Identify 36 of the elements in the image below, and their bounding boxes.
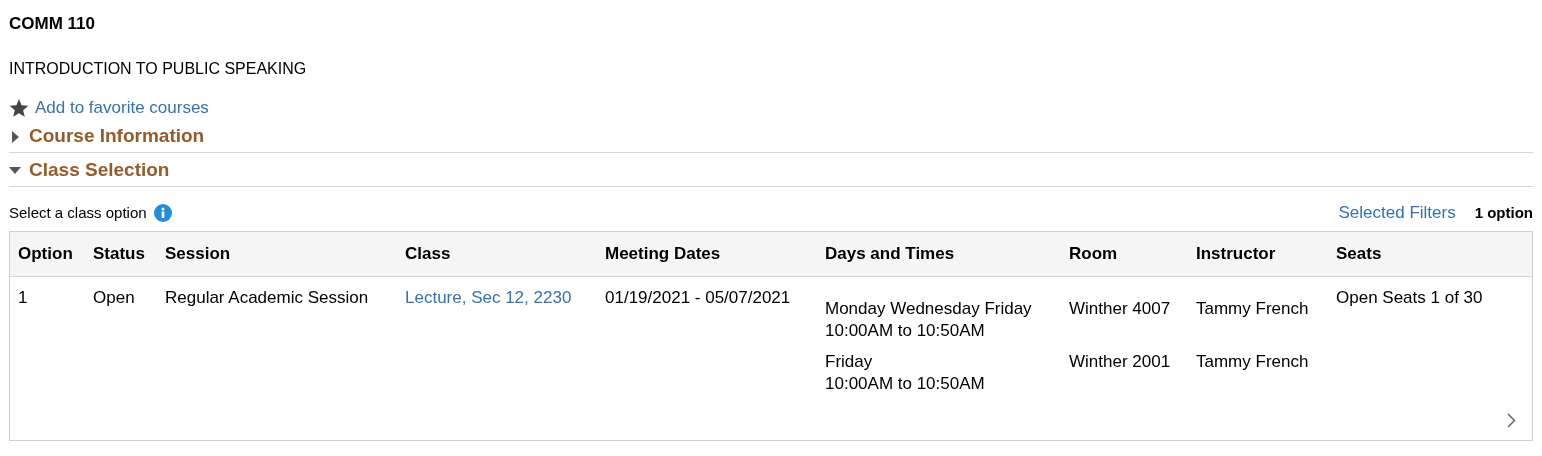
course-title: INTRODUCTION TO PUBLIC SPEAKING [9,59,308,79]
table-cell: Open [85,276,157,404]
meeting-room: Winther 4007 [1069,298,1171,318]
table-cell: 01/19/2021 - 05/07/2021 [597,276,817,404]
selected-filters-link[interactable]: Selected Filters [1338,200,1456,226]
option-count: 1 option [1474,202,1533,223]
select-prompt: Select a class option [9,202,147,223]
chevron-right-icon[interactable] [1507,413,1516,428]
caret-right-icon [12,130,19,143]
column-header: Session [157,232,397,276]
meeting-instructor: Tammy French [1196,298,1309,318]
column-header: Class [397,232,597,276]
class-link[interactable]: Lecture, Sec 12, 2230 [405,287,572,307]
caret-down-icon [9,167,21,174]
star-icon [9,98,29,118]
course-code: COMM 110 [9,13,96,35]
column-header: Instructor [1188,232,1328,276]
table-cell: Open Seats 1 of 30 [1328,276,1532,404]
table-cell: 1 [10,276,85,404]
meeting-days: Monday Wednesday Friday [825,297,1053,320]
column-header: Option [10,232,85,276]
column-header: Days and Times [817,232,1061,276]
column-header: Meeting Dates [597,232,817,276]
meeting-times: 10:00AM to 10:50AM [825,319,986,342]
meeting-instructor: Tammy French [1196,351,1309,371]
column-header: Room [1061,232,1188,276]
column-header: Seats [1328,232,1532,276]
meeting-days: Friday [825,350,1053,373]
meeting-room: Winther 2001 [1069,351,1171,371]
info-icon [153,204,172,222]
meeting-times: 10:00AM to 10:50AM [825,372,986,395]
table-cell: Regular Academic Session [157,276,397,404]
favorite-link[interactable]: Add to favorite courses [35,95,209,121]
column-header: Status [85,232,157,276]
section-header[interactable]: Course Information [9,122,205,151]
section-header[interactable]: Class Selection [9,156,170,185]
